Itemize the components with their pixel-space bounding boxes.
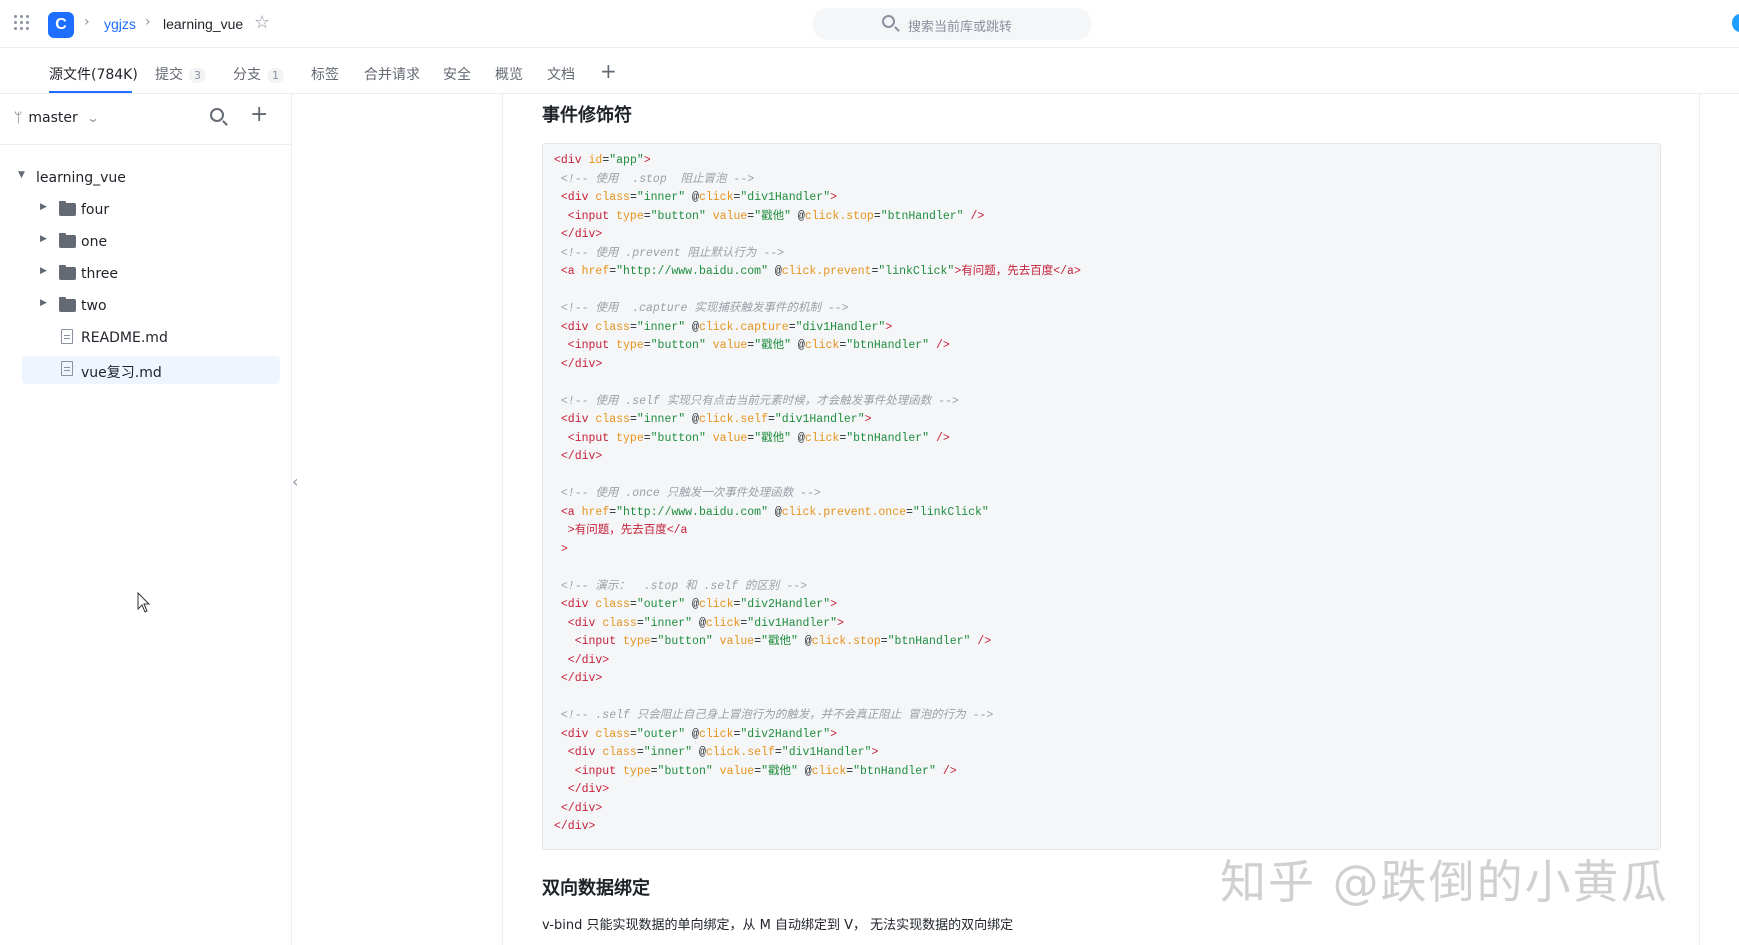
branch-name: master [28,110,78,126]
code-line: </div> [554,357,603,371]
tree-item-label: two [81,298,107,314]
section-heading: 事件修饰符 [542,105,632,125]
chevron-down-icon: ⌄ [86,111,100,125]
caret-down-icon: ▼ [18,170,25,180]
tree-root-label: learning_vue [36,170,126,186]
file-icon [61,329,73,344]
code-line: <input type="button" value="戳他" @click.s… [554,209,985,223]
code-line: </div> [554,801,603,815]
mouse-cursor-icon [137,592,151,613]
code-line: </div> [554,653,610,667]
tree-item-folder[interactable]: ▶ one [22,228,280,256]
tree-item-label: README.md [81,330,168,346]
code-line: <div class="inner" @click.self="div1Hand… [554,413,872,426]
code-line: <!-- 使用 .capture 实现捕获触发事件的机制 --> [554,302,849,315]
breadcrumb-owner[interactable]: ygjzs [104,16,136,32]
app-logo[interactable]: C [48,12,74,38]
code-line: <div class="inner" @click.capture="div1H… [554,320,893,334]
tab-commits[interactable]: 提交 3 [155,64,206,84]
search-placeholder: 搜索当前库或跳转 [908,20,1013,35]
divider [0,144,292,145]
tab-branches[interactable]: 分支 1 [233,64,284,84]
app-grid-icon[interactable] [14,15,30,31]
code-line: <!-- 演示： .stop 和 .self 的区别 --> [554,579,808,593]
code-line: <div class="outer" @click="div2Handler"> [554,727,838,741]
global-search-input[interactable]: 搜索当前库或跳转 [812,8,1092,40]
tree-item-label: vue复习.md [81,365,162,381]
code-line: <div class="inner" @click="div1Handler"> [554,191,838,204]
caret-right-icon: ▶ [40,234,47,244]
tree-item-folder[interactable]: ▶ four [22,196,280,224]
chevron-right-icon: › [145,14,151,30]
tab-tags[interactable]: 标签 [311,64,339,84]
code-line: <input type="button" value="戳他" @click="… [554,431,950,445]
code-line: <div class="inner" @click.self="div1Hand… [554,746,879,759]
tree-item-file[interactable]: README.md [22,324,280,352]
top-bar: C › ygjzs › learning_vue ☆ 搜索当前库或跳转 [0,0,1739,48]
code-line: <!-- 使用 .once 只触发一次事件处理函数 --> [554,487,821,500]
tree-item-file-selected[interactable]: vue复习.md [22,356,280,384]
commits-count-badge: 3 [189,68,206,83]
code-line: <a href="http://www.baidu.com" @click.pr… [554,505,989,519]
code-line: </div> [554,783,610,796]
paragraph: v-bind 只能实现数据的单向绑定，从 M 自动绑定到 V， 无法实现数据的双… [542,918,1014,933]
code-line: <!-- .self 只会阻止自己身上冒泡行为的触发，并不会真正阻止 冒泡的行为… [554,709,994,722]
section-heading: 双向数据绑定 [542,878,650,898]
code-line: <div class="outer" @click="div2Handler"> [554,598,838,611]
code-line: </div> [554,672,603,685]
tree-item-label: four [81,202,110,218]
code-line: <!-- 使用 .self 实现只有点击当前元素时候，才会触发事件处理函数 --… [554,394,959,408]
search-icon[interactable] [210,108,224,122]
branch-selector[interactable]: ᛘ master ⌄ [14,110,100,126]
code-line: <div class="inner" @click="div1Handler"> [554,616,844,630]
tab-merge-requests[interactable]: 合并请求 [364,64,420,84]
code-line: <!-- 使用 .stop 阻止冒泡 --> [554,172,755,186]
search-icon [882,15,895,28]
tab-docs[interactable]: 文档 [547,64,575,84]
watermark: 知乎 @跌倒的小黄瓜 [1220,855,1669,909]
tree-item-folder[interactable]: ▶ three [22,260,280,288]
folder-icon [59,233,76,248]
tab-overview[interactable]: 概览 [495,64,523,84]
breadcrumb-repo[interactable]: learning_vue [163,16,243,32]
tab-security[interactable]: 安全 [443,64,471,84]
active-tab-indicator [49,91,132,93]
code-line: <a href="http://www.baidu.com" @click.pr… [554,265,1081,278]
folder-icon [59,201,76,216]
folder-icon [59,265,76,280]
code-line: <input type="button" value="戳他" @click.s… [554,635,992,648]
file-tree-sidebar: ᛘ master ⌄ + ▼ learning_vue ▶ four ▶ one ▶… [0,94,292,945]
tree-item-label: one [81,234,108,250]
folder-icon [59,297,76,312]
add-file-icon[interactable]: + [250,102,268,127]
caret-right-icon: ▶ [40,202,47,212]
code-line: <input type="button" value="戳他" @click="… [554,339,950,352]
code-line: >有问题，先去百度</a [554,524,688,537]
chevron-right-icon: › [84,14,90,30]
tab-source[interactable]: 源文件(784K) [49,64,138,84]
tree-item-folder[interactable]: ▶ two [22,292,280,320]
avatar[interactable] [1732,14,1739,32]
tree-item-label: three [81,266,119,282]
caret-right-icon: ▶ [40,298,47,308]
add-tab-icon[interactable]: + [600,59,617,83]
code-line: > [554,542,568,556]
caret-right-icon: ▶ [40,266,47,276]
star-icon[interactable]: ☆ [254,12,270,33]
code-line: <div id="app"> [554,154,651,167]
branches-count-badge: 1 [267,68,284,83]
code-line: </div> [554,450,603,463]
code-line: <!-- 使用 .prevent 阻止默认行为 --> [554,246,785,260]
collapse-sidebar-icon[interactable]: ‹ [292,472,298,491]
tree-root[interactable]: ▼ learning_vue [18,164,280,192]
code-line: <input type="button" value="戳他" @click="… [554,764,957,778]
file-icon [61,361,73,376]
code-line: </div> [554,820,596,833]
repo-tabs: 源文件(784K) 提交 3 分支 1 标签 合并请求 安全 概览 文档 + [0,48,1739,94]
git-branch-icon: ᛘ [14,110,23,126]
code-line: </div> [554,228,603,241]
